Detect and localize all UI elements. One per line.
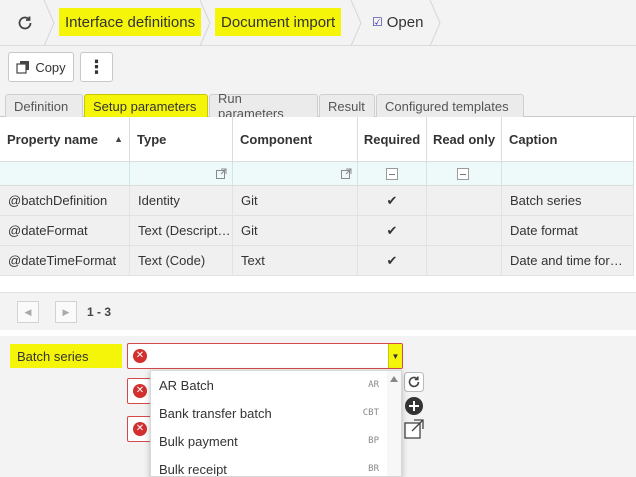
date-format-combobox[interactable]: ✕ — [127, 378, 151, 404]
batch-series-dropdown: AR Batch AR Bank transfer batch CBT Bulk… — [150, 370, 402, 477]
filter-required-checkbox[interactable] — [386, 168, 398, 180]
refresh-list-icon — [404, 372, 424, 392]
breadcrumb-separator — [429, 0, 441, 46]
filter-type[interactable] — [130, 162, 233, 186]
filter-read-only[interactable] — [427, 162, 502, 186]
dropdown-option[interactable]: Bulk payment BP — [151, 427, 387, 455]
filter-read-only-checkbox[interactable] — [457, 168, 469, 180]
cell-read-only[interactable] — [427, 186, 502, 216]
prev-page-button[interactable]: ◀ — [17, 301, 39, 323]
cell-required[interactable]: ✔ — [358, 216, 427, 246]
option-label: Bulk payment — [159, 433, 238, 449]
cell-caption[interactable]: Batch series — [502, 186, 634, 216]
date-time-format-combobox[interactable]: ✕ — [127, 416, 151, 442]
breadcrumb-bar: Interface definitions Document import ☑ … — [0, 0, 636, 46]
scroll-up-icon[interactable] — [390, 376, 398, 382]
batch-series-combobox[interactable]: ✕ ▼ — [127, 343, 403, 369]
copy-button[interactable]: Copy — [8, 52, 74, 82]
open-icon: ☑ — [372, 15, 383, 29]
breadcrumb-separator — [43, 0, 55, 46]
cell-type[interactable]: Text (Code) — [130, 246, 233, 276]
sort-asc-icon: ▲ — [114, 134, 123, 144]
option-label: Bulk receipt — [159, 461, 227, 477]
column-header-required[interactable]: Required — [358, 117, 427, 162]
cell-type[interactable]: Identity — [130, 186, 233, 216]
dropdown-scrollbar[interactable] — [387, 371, 401, 476]
cell-property-name[interactable]: @dateFormat — [0, 216, 130, 246]
tab-result[interactable]: Result — [319, 94, 375, 117]
error-icon: ✕ — [133, 422, 147, 436]
external-link-icon — [404, 419, 424, 439]
filter-caption[interactable] — [502, 162, 634, 186]
cell-component[interactable]: Git — [233, 216, 358, 246]
cell-caption[interactable]: Date and time for… — [502, 246, 634, 276]
cell-type[interactable]: Text (Descript… — [130, 216, 233, 246]
refresh-list-button[interactable] — [403, 371, 425, 393]
copy-label: Copy — [35, 59, 66, 75]
column-header-caption[interactable]: Caption — [502, 117, 634, 162]
cell-required[interactable]: ✔ — [358, 186, 427, 216]
toolbar: Copy ⋮ — [0, 46, 636, 90]
batch-series-label: Batch series — [10, 344, 122, 368]
cell-property-name[interactable]: @batchDefinition — [0, 186, 130, 216]
filter-required[interactable] — [358, 162, 427, 186]
option-code: BR — [368, 464, 379, 474]
column-header-type[interactable]: Type — [130, 117, 233, 162]
next-page-button[interactable]: ▶ — [55, 301, 77, 323]
cell-component[interactable]: Text — [233, 246, 358, 276]
open-details-button[interactable] — [403, 418, 425, 440]
option-label: Bank transfer batch — [159, 405, 272, 421]
breadcrumb-separator — [199, 0, 211, 46]
column-header-property-name[interactable]: Property name ▲ — [0, 117, 130, 162]
breadcrumb-item-interface-definitions[interactable]: Interface definitions — [59, 8, 202, 36]
add-button[interactable] — [403, 395, 425, 417]
dropdown-option[interactable]: Bank transfer batch CBT — [151, 399, 387, 427]
filter-popout-icon[interactable] — [341, 168, 352, 179]
copy-icon — [16, 61, 30, 74]
cell-caption[interactable]: Date format — [502, 216, 634, 246]
more-icon: ⋮ — [87, 56, 106, 77]
filter-component[interactable] — [233, 162, 358, 186]
filter-popout-icon[interactable] — [216, 168, 227, 179]
dropdown-option[interactable]: AR Batch AR — [151, 371, 387, 399]
column-header-label: Property name — [7, 131, 99, 147]
dropdown-option[interactable]: Bulk receipt BR — [151, 455, 387, 477]
open-link[interactable]: ☑ Open — [372, 8, 423, 36]
tab-definition[interactable]: Definition — [5, 94, 83, 117]
column-header-read-only[interactable]: Read only — [427, 117, 502, 162]
chevron-down-icon[interactable]: ▼ — [388, 344, 402, 368]
error-icon: ✕ — [133, 349, 147, 363]
cell-read-only[interactable] — [427, 216, 502, 246]
option-code: CBT — [362, 408, 379, 418]
tab-run-parameters[interactable]: Run parameters — [209, 91, 318, 121]
parameters-grid: Property name ▲ Type Component Required … — [0, 117, 636, 277]
pager: ◀ ▶ 1 - 3 — [0, 292, 636, 330]
cell-read-only[interactable] — [427, 246, 502, 276]
error-icon: ✕ — [133, 384, 147, 398]
column-header-component[interactable]: Component — [233, 117, 358, 162]
cell-component[interactable]: Git — [233, 186, 358, 216]
tab-setup-parameters[interactable]: Setup parameters — [84, 94, 208, 117]
breadcrumb-separator — [350, 0, 362, 46]
page-range: 1 - 3 — [87, 305, 112, 319]
refresh-icon[interactable] — [14, 12, 36, 34]
breadcrumb-item-document-import[interactable]: Document import — [215, 8, 342, 36]
option-code: BP — [368, 436, 379, 446]
more-button[interactable]: ⋮ — [80, 52, 113, 82]
tab-strip: Definition Setup parameters Run paramete… — [0, 90, 636, 121]
add-icon — [405, 397, 423, 415]
cell-required[interactable]: ✔ — [358, 246, 427, 276]
cell-property-name[interactable]: @dateTimeFormat — [0, 246, 130, 276]
open-label: Open — [386, 13, 424, 31]
option-label: AR Batch — [159, 377, 214, 393]
filter-property-name[interactable] — [0, 162, 130, 186]
tab-configured-templates[interactable]: Configured templates — [376, 94, 524, 117]
option-code: AR — [368, 380, 379, 390]
